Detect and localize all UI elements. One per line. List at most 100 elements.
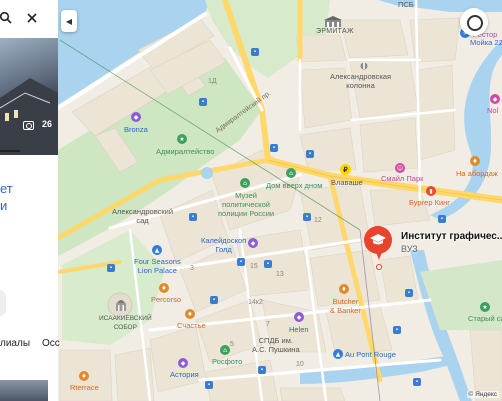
place-title-text: Институт графичес... <box>401 231 502 242</box>
label-schastye[interactable]: Счастье <box>177 321 206 330</box>
starysad-icon[interactable]: ★ <box>480 302 490 312</box>
kaleidoskop-icon[interactable]: ◆ <box>248 238 258 248</box>
label-nol[interactable]: Nol <box>487 106 498 115</box>
four-seasons-icon[interactable]: ▲ <box>152 245 162 255</box>
layers-button[interactable] <box>460 8 488 36</box>
place-photo[interactable]: 26 <box>0 38 58 155</box>
bus-stop-icon[interactable]: ▪ <box>251 48 259 56</box>
percorso-icon[interactable]: ♦ <box>159 283 169 293</box>
label-aleksandrovsky-sad[interactable]: Александровский сад <box>112 207 173 225</box>
kolonna-icon <box>360 58 368 70</box>
bus-stop-icon[interactable]: ▪ <box>303 213 311 221</box>
asteria-icon[interactable]: ◆ <box>178 358 188 368</box>
place-title[interactable]: Институт графичес... ★ <box>401 231 502 242</box>
label-sgdb[interactable]: СПДБ им. А.С. Пушкина <box>252 336 300 354</box>
tab-filialy[interactable]: лиалы <box>0 338 30 349</box>
smail-park-icon[interactable]: ☺ <box>395 163 405 173</box>
bus-stop-icon[interactable]: ▪ <box>189 213 197 221</box>
label-kolonna[interactable]: Александровская колонна <box>330 72 391 90</box>
label-percorso[interactable]: Percorso <box>151 295 181 304</box>
rosfoto-icon[interactable]: ⌂ <box>220 345 230 355</box>
pin-tail <box>376 252 382 260</box>
house-number: 12 <box>314 217 322 224</box>
panel-tabs: лиалы Осс <box>0 338 72 349</box>
isaakievsky-icon <box>114 297 128 311</box>
burger-king-icon[interactable]: ▮ <box>426 186 436 196</box>
label-four-seasons[interactable]: Four Seasons Lion Palace <box>134 257 181 275</box>
butcher-icon[interactable]: ♦ <box>339 284 349 294</box>
label-butcher[interactable]: Butcher & Banker <box>330 297 361 315</box>
collapse-panel-button[interactable]: ◀ <box>61 10 77 32</box>
headline-line-1: ет <box>0 181 13 196</box>
bus-stop-icon[interactable]: ▪ <box>199 98 207 106</box>
bus-stop-icon[interactable]: ▪ <box>270 144 278 152</box>
bus-stop-icon[interactable]: ▪ <box>107 264 115 272</box>
house-number: 5 <box>230 341 234 348</box>
close-icon <box>27 13 37 23</box>
search-button[interactable] <box>0 6 18 30</box>
label-na-abordazh[interactable]: На абордаж <box>456 169 498 178</box>
panel-button-partial[interactable] <box>0 290 6 316</box>
bus-stop-icon[interactable]: ▪ <box>210 296 218 304</box>
bus-stop-icon[interactable]: ▪ <box>264 260 272 268</box>
panel-thumbnail[interactable] <box>0 380 48 401</box>
photo-count: 26 <box>41 119 52 129</box>
label-psb: ПСБ <box>398 0 414 9</box>
bus-stop-icon[interactable]: ▪ <box>205 381 213 389</box>
chevron-left-icon: ◀ <box>65 16 73 26</box>
bus-stop-icon[interactable]: ▪ <box>258 366 266 374</box>
label-muzey[interactable]: Музей политической полиции России <box>218 191 274 218</box>
label-au-pont[interactable]: Au Pont Rouge <box>345 350 396 359</box>
bus-stop-icon[interactable]: ▪ <box>438 215 446 223</box>
au-pont-icon[interactable]: ▲ <box>333 349 343 359</box>
photo-indicator <box>0 150 20 152</box>
headline-line-2: и <box>0 198 8 213</box>
ermitazh-icon <box>324 14 342 27</box>
tab-other[interactable]: Осс <box>42 338 60 349</box>
house-number: 13 <box>276 271 284 278</box>
label-moika[interactable]: Мойка 22 <box>470 38 502 47</box>
house-number: 7 <box>266 321 270 328</box>
copyright[interactable]: © Яндекс <box>466 391 499 398</box>
label-isaakievsky[interactable]: ИСААКИЕВСКИЙ СОБОР <box>99 314 152 332</box>
schastye-icon[interactable]: ♦ <box>185 309 195 319</box>
education-pin-icon[interactable] <box>364 226 392 254</box>
museum-icon[interactable]: ⌂ <box>240 178 250 188</box>
close-button[interactable] <box>20 6 44 30</box>
bus-stop-icon[interactable]: ▪ <box>306 150 314 158</box>
label-dom-vverh[interactable]: Дом вверх дном <box>266 181 322 190</box>
camera-icon <box>23 121 34 130</box>
place-category: ВУЗ <box>401 244 418 254</box>
dom-vverh-icon[interactable]: ⌂ <box>286 168 296 178</box>
label-burger-king[interactable]: Бургер Кинг <box>409 198 450 207</box>
label-vlavashe[interactable]: Влаваше <box>331 178 363 187</box>
bus-stop-icon[interactable]: ▪ <box>405 289 413 297</box>
house-number: 15 <box>250 263 258 270</box>
nol-icon[interactable]: ◆ <box>490 94 500 104</box>
label-starysad[interactable]: Старый са <box>468 314 502 323</box>
label-rosfoto[interactable]: Росфото <box>212 357 242 366</box>
search-icon <box>0 12 12 24</box>
house-number: 3 <box>190 265 194 272</box>
bus-stop-icon[interactable]: ▪ <box>413 378 421 386</box>
house-number: 1Д <box>208 78 217 85</box>
bus-stop-icon[interactable]: ▪ <box>237 258 245 266</box>
star-attraction-icon[interactable]: ★ <box>177 134 187 144</box>
na-abordazh-icon[interactable]: ♦ <box>470 156 480 166</box>
poi-bronza-icon[interactable]: ◆ <box>131 112 141 122</box>
rterrace-icon[interactable]: ♦ <box>79 371 89 381</box>
label-rterrace[interactable]: Rterrace <box>70 383 99 392</box>
place-headline[interactable]: ет и <box>0 180 13 214</box>
label-smail-park[interactable]: Смайл Парк <box>381 174 423 183</box>
pin-point <box>376 264 382 270</box>
house-number: 14к2 <box>248 299 263 306</box>
bus-stop-icon[interactable]: ▪ <box>393 326 401 334</box>
label-ermitazh[interactable]: ЭРМИТАЖ <box>316 27 354 36</box>
helen-icon[interactable]: ◆ <box>294 312 304 322</box>
label-helen[interactable]: Helen <box>289 325 309 334</box>
cafe-vlavashe-icon[interactable]: ₽ <box>340 164 351 175</box>
label-kaleidoskop[interactable]: Калейдоскоп Голд <box>201 236 246 254</box>
label-admiralteystvo[interactable]: Адмиралтейство <box>156 147 214 156</box>
label-asteria[interactable]: Астория <box>170 370 199 379</box>
label-bronza[interactable]: Bronza <box>124 125 148 134</box>
